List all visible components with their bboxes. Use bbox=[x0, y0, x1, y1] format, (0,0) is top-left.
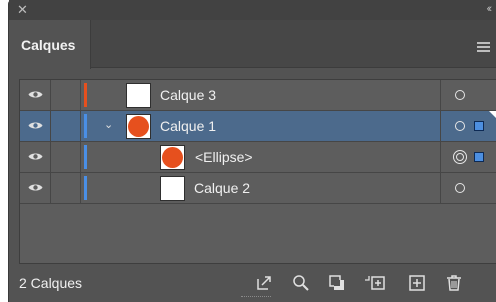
resize-grip[interactable] bbox=[241, 296, 271, 299]
visibility-toggle[interactable] bbox=[20, 142, 51, 172]
clipping-mask-icon[interactable] bbox=[327, 273, 347, 293]
locate-object-icon[interactable] bbox=[291, 273, 311, 293]
layer-name[interactable]: Calque 3 bbox=[160, 87, 216, 103]
selection-indicator[interactable] bbox=[474, 152, 484, 162]
layer-thumbnail bbox=[160, 145, 185, 170]
target-icon[interactable] bbox=[455, 90, 465, 100]
eye-icon bbox=[28, 91, 43, 98]
visibility-toggle[interactable] bbox=[20, 111, 51, 141]
layer-color-bar bbox=[84, 114, 87, 138]
new-sublayer-icon[interactable] bbox=[363, 273, 385, 293]
target-cell[interactable] bbox=[440, 111, 496, 141]
layers-panel: ✕ ‹‹ Calques Calque 3 ⌄ Calque 1 <Ellips… bbox=[8, 0, 496, 302]
visibility-toggle[interactable] bbox=[20, 173, 51, 203]
tab-calques[interactable]: Calques bbox=[9, 20, 91, 69]
target-icon[interactable] bbox=[455, 183, 465, 193]
layer-name[interactable]: Calque 1 bbox=[160, 118, 216, 134]
layer-color-bar bbox=[84, 176, 87, 200]
current-layer-indicator bbox=[489, 111, 496, 120]
panel-titlebar: ✕ ‹‹ bbox=[9, 0, 496, 20]
selection-indicator[interactable] bbox=[474, 121, 484, 131]
layer-name[interactable]: <Ellipse> bbox=[195, 149, 253, 165]
target-cell[interactable] bbox=[440, 173, 496, 203]
layer-row-ellipse[interactable]: <Ellipse> bbox=[20, 142, 496, 173]
layer-row-calque-3[interactable]: Calque 3 bbox=[20, 80, 496, 111]
tab-label: Calques bbox=[21, 37, 76, 53]
panel-menu-icon[interactable] bbox=[477, 42, 490, 52]
eye-icon bbox=[28, 122, 43, 129]
target-icon[interactable] bbox=[453, 150, 467, 164]
eye-icon bbox=[28, 184, 43, 191]
chevron-down-icon[interactable]: ⌄ bbox=[104, 118, 113, 131]
layer-count: 2 Calques bbox=[19, 275, 83, 291]
new-layer-icon[interactable] bbox=[407, 273, 427, 293]
target-icon[interactable] bbox=[455, 121, 465, 131]
export-icon[interactable] bbox=[254, 273, 274, 293]
target-cell[interactable] bbox=[440, 142, 496, 172]
layer-thumbnail bbox=[160, 176, 185, 201]
lock-toggle[interactable] bbox=[51, 142, 81, 172]
layer-color-bar bbox=[84, 145, 87, 169]
delete-icon[interactable] bbox=[444, 273, 464, 293]
layer-name[interactable]: Calque 2 bbox=[194, 180, 250, 196]
layer-list: Calque 3 ⌄ Calque 1 <Ellipse> Calque 2 bbox=[19, 79, 496, 264]
layer-thumbnail bbox=[126, 83, 151, 108]
visibility-toggle[interactable] bbox=[20, 80, 51, 110]
target-cell[interactable] bbox=[440, 80, 496, 110]
layer-row-calque-2[interactable]: Calque 2 bbox=[20, 173, 496, 204]
lock-toggle[interactable] bbox=[51, 173, 81, 203]
layer-color-bar bbox=[84, 83, 87, 107]
eye-icon bbox=[28, 153, 43, 160]
ellipse-thumb-shape bbox=[128, 116, 149, 137]
lock-toggle[interactable] bbox=[51, 111, 81, 141]
layer-thumbnail bbox=[126, 114, 151, 139]
ellipse-thumb-shape bbox=[162, 147, 183, 168]
collapse-icon[interactable]: ‹‹ bbox=[487, 3, 493, 16]
panel-tab-row: Calques bbox=[9, 20, 496, 69]
layer-row-calque-1[interactable]: ⌄ Calque 1 bbox=[20, 111, 496, 142]
close-icon[interactable]: ✕ bbox=[17, 3, 28, 16]
lock-toggle[interactable] bbox=[51, 80, 81, 110]
